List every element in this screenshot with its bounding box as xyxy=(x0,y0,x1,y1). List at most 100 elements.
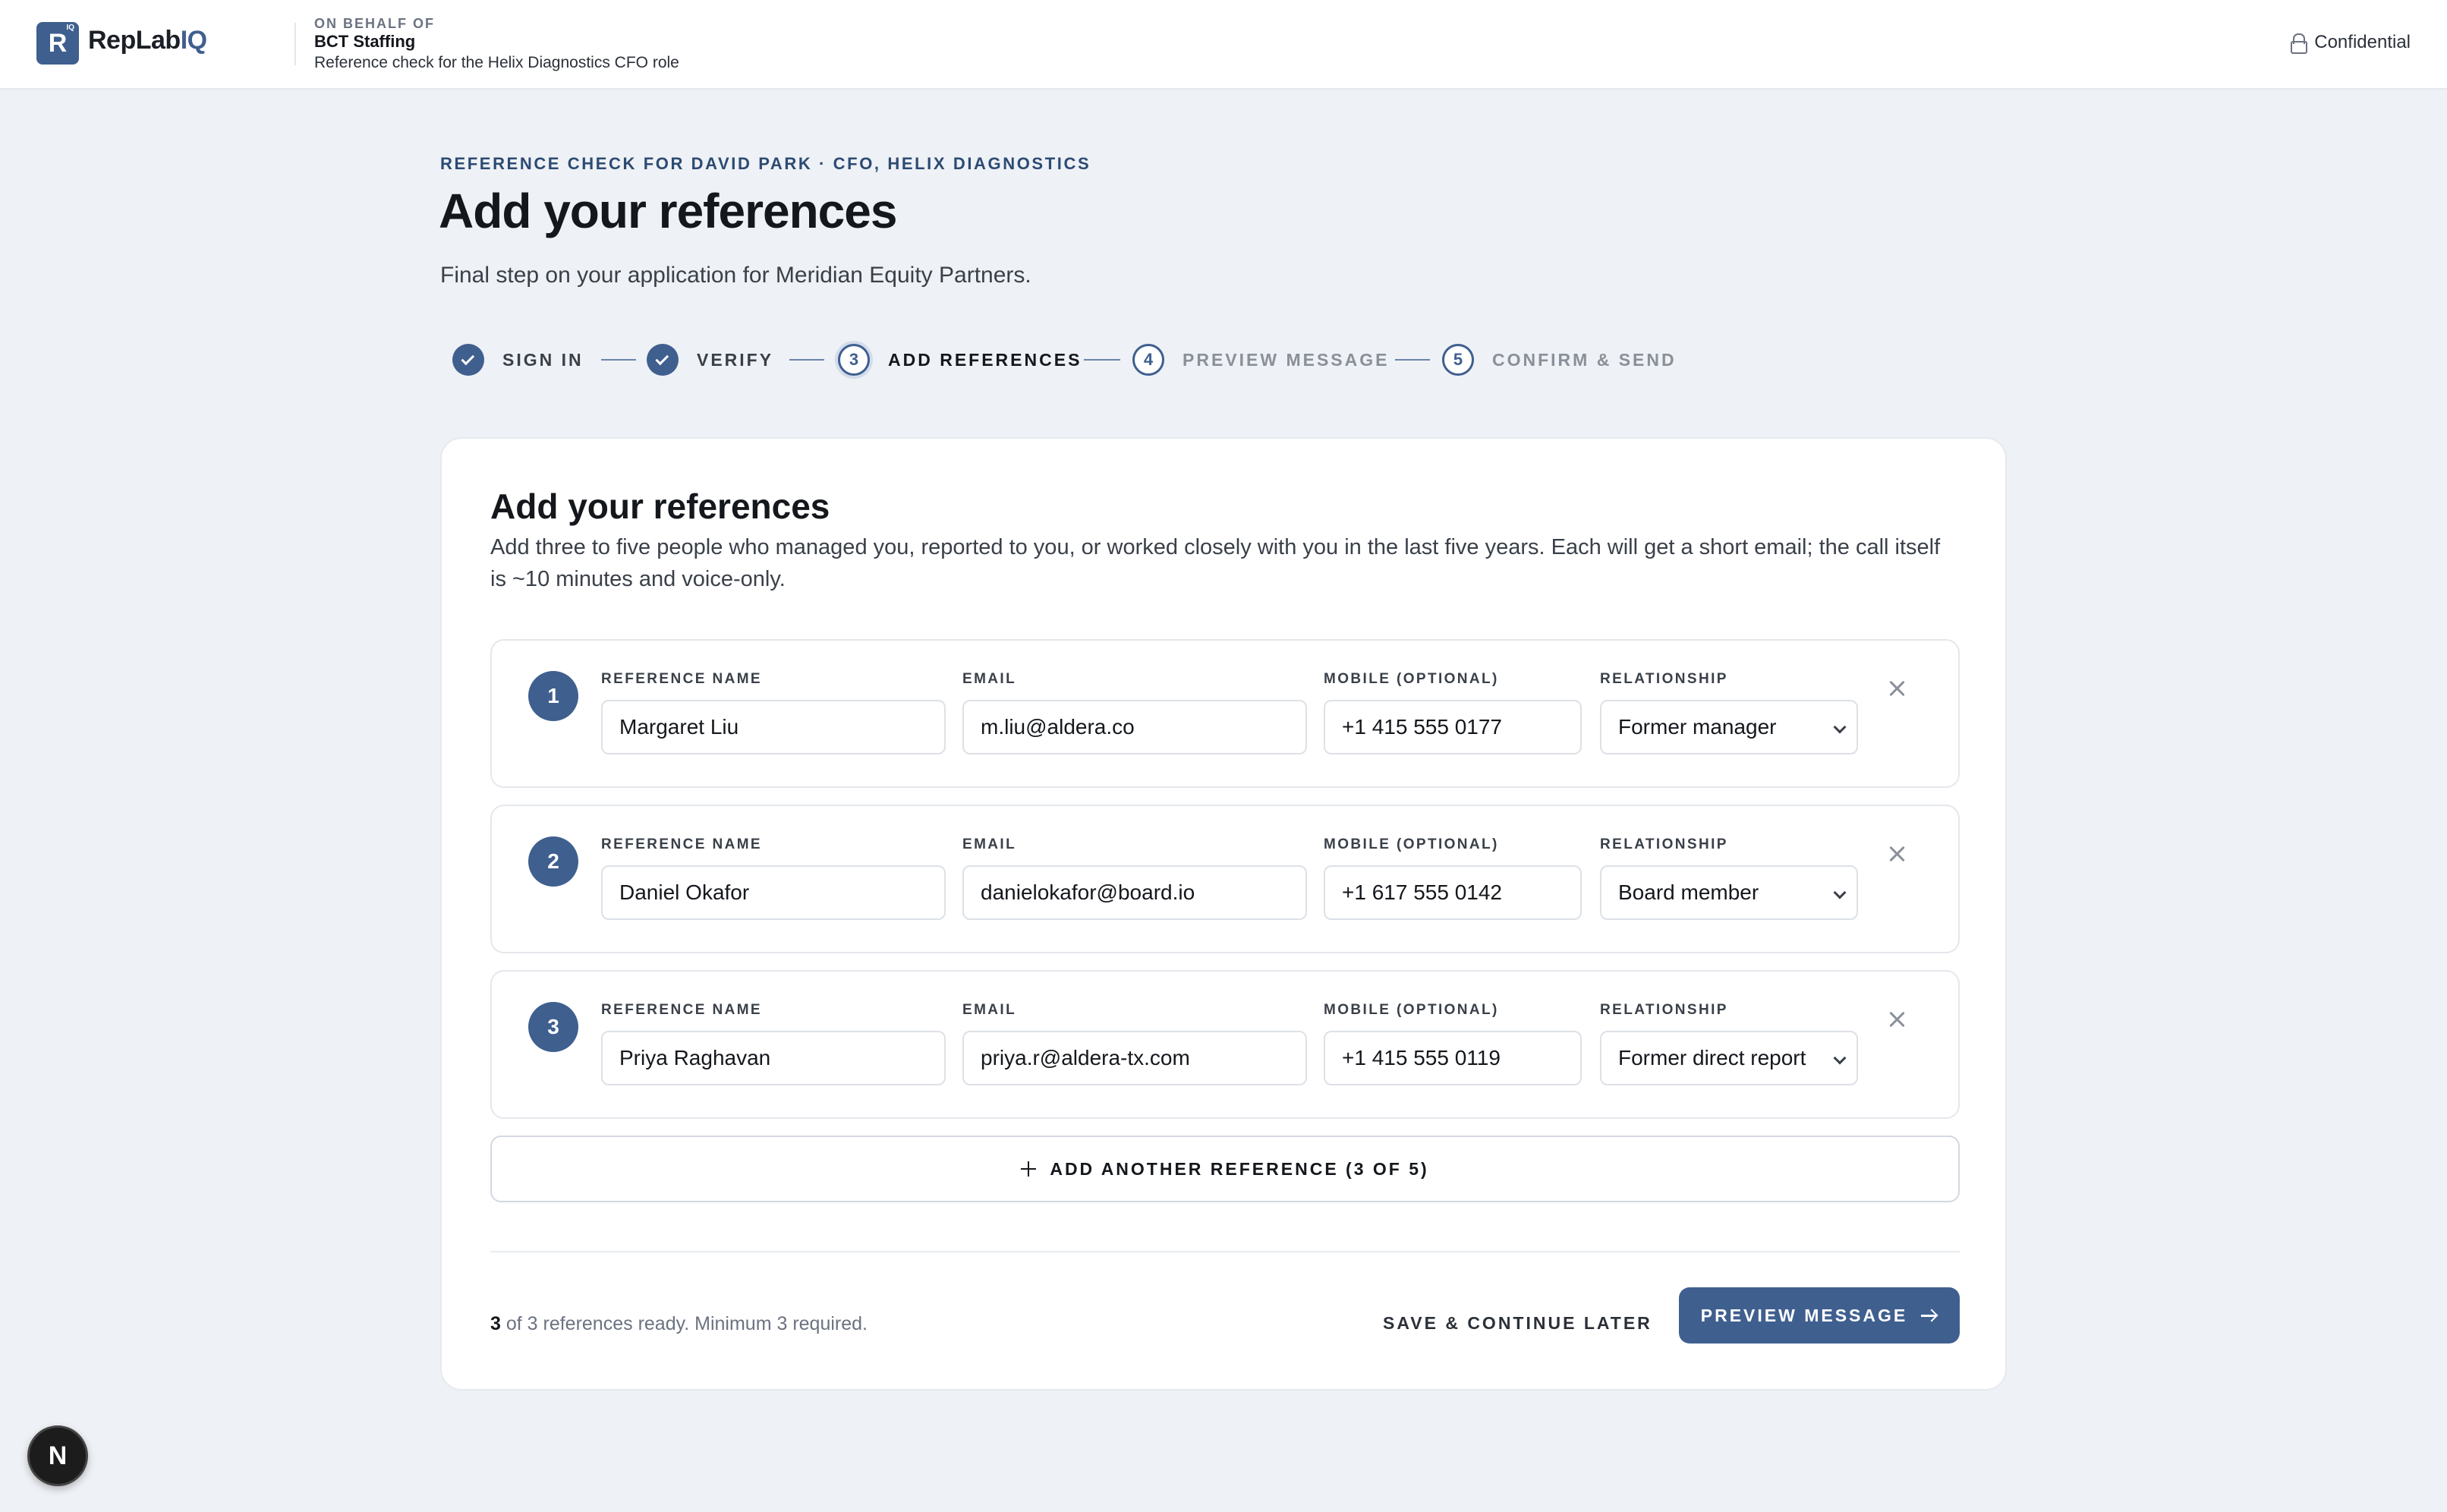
field-label: REFERENCE NAME xyxy=(601,671,763,687)
ready-text: of 3 references ready. Minimum 3 require… xyxy=(505,1313,868,1334)
field-label: MOBILE (OPTIONAL) xyxy=(1324,671,1499,687)
step-label: SIGN IN xyxy=(502,349,584,370)
step-connector xyxy=(1395,359,1430,361)
reference-email-field: EMAIL danielokafor@board.io xyxy=(962,836,1307,920)
reference-email-input[interactable]: priya.r@aldera-tx.com xyxy=(962,1031,1307,1085)
check-icon xyxy=(461,351,475,365)
top-header: R IQ RepLabIQ ON BEHALF OF BCT Staffing R… xyxy=(0,0,2447,90)
header-divider xyxy=(294,23,296,65)
reference-number: 2 xyxy=(528,836,578,887)
reference-number: 3 xyxy=(528,1002,578,1052)
field-label: EMAIL xyxy=(962,1002,1017,1018)
preview-button-label: PREVIEW MESSAGE xyxy=(1700,1305,1908,1325)
reference-row: 3 REFERENCE NAME Priya Raghavan EMAIL pr… xyxy=(490,970,1960,1119)
step-2-circle xyxy=(647,344,679,376)
relationship-value: Board member xyxy=(1618,880,1759,904)
behalf-label: ON BEHALF OF xyxy=(314,16,435,31)
reference-mobile-field: MOBILE (OPTIONAL) +1 415 555 0119 xyxy=(1324,1002,1582,1085)
field-label: EMAIL xyxy=(962,836,1017,852)
step-verify[interactable]: VERIFY xyxy=(647,343,773,376)
reference-email-input[interactable]: danielokafor@board.io xyxy=(962,865,1307,920)
reference-mobile-field: MOBILE (OPTIONAL) +1 617 555 0142 xyxy=(1324,836,1582,920)
step-add-references[interactable]: 3 ADD REFERENCES xyxy=(838,343,1082,376)
reference-email-field: EMAIL priya.r@aldera-tx.com xyxy=(962,1002,1307,1085)
preview-message-button[interactable]: PREVIEW MESSAGE xyxy=(1679,1287,1960,1343)
reference-mobile-input[interactable]: +1 415 555 0119 xyxy=(1324,1031,1582,1085)
add-reference-label: ADD ANOTHER REFERENCE (3 OF 5) xyxy=(1050,1158,1429,1179)
step-4-circle: 4 xyxy=(1132,344,1164,376)
reference-relationship-field: RELATIONSHIP Board member xyxy=(1600,836,1858,920)
field-label: RELATIONSHIP xyxy=(1600,1002,1728,1018)
reference-number: 1 xyxy=(528,671,578,721)
reference-relationship-field: RELATIONSHIP Former manager xyxy=(1600,671,1858,754)
step-3-circle: 3 xyxy=(838,344,870,376)
reference-mobile-input[interactable]: +1 415 555 0177 xyxy=(1324,700,1582,754)
reference-row: 1 REFERENCE NAME Margaret Liu EMAIL m.li… xyxy=(490,639,1960,788)
chevron-down-icon xyxy=(1833,886,1847,899)
card-description: Add three to five people who managed you… xyxy=(490,535,1941,591)
step-label: CONFIRM & SEND xyxy=(1492,349,1677,370)
page-title: Add your references xyxy=(439,184,897,238)
page-subtitle: Final step on your application for Merid… xyxy=(440,263,1031,288)
arrow-right-icon xyxy=(1921,1309,1938,1322)
logo-mark[interactable]: R IQ xyxy=(36,22,79,65)
reference-name-field: REFERENCE NAME Daniel Okafor xyxy=(601,836,946,920)
reference-email-field: EMAIL m.liu@aldera.co xyxy=(962,671,1307,754)
check-icon xyxy=(655,351,669,365)
step-label: VERIFY xyxy=(697,349,774,370)
relationship-value: Former direct report xyxy=(1618,1046,1806,1069)
relationship-select[interactable]: Board member xyxy=(1600,865,1858,920)
step-connector xyxy=(601,359,636,361)
lock-icon xyxy=(2290,33,2308,54)
step-label: PREVIEW MESSAGE xyxy=(1183,349,1390,370)
field-label: RELATIONSHIP xyxy=(1600,836,1728,852)
field-label: MOBILE (OPTIONAL) xyxy=(1324,836,1499,852)
reference-email-input[interactable]: m.liu@aldera.co xyxy=(962,700,1307,754)
page-eyebrow: REFERENCE CHECK FOR DAVID PARK · CFO, HE… xyxy=(440,154,1091,173)
remove-reference-button[interactable] xyxy=(1887,679,1907,698)
step-label: ADD REFERENCES xyxy=(888,349,1082,370)
relationship-select[interactable]: Former direct report xyxy=(1600,1031,1858,1085)
step-1-circle xyxy=(452,344,484,376)
chevron-down-icon xyxy=(1833,1051,1847,1065)
reference-mobile-field: MOBILE (OPTIONAL) +1 415 555 0177 xyxy=(1324,671,1582,754)
step-sign-in[interactable]: SIGN IN xyxy=(452,343,584,376)
reference-name-input[interactable]: Daniel Okafor xyxy=(601,865,946,920)
step-preview-message[interactable]: 4 PREVIEW MESSAGE xyxy=(1132,343,1389,376)
logo-text[interactable]: RepLabIQ xyxy=(88,26,207,55)
chevron-down-icon xyxy=(1833,720,1847,734)
step-connector xyxy=(1084,359,1120,361)
card-title: Add your references xyxy=(490,487,830,526)
field-label: RELATIONSHIP xyxy=(1600,671,1728,687)
references-status: 3 of 3 references ready. Minimum 3 requi… xyxy=(490,1313,868,1335)
reference-name-field: REFERENCE NAME Margaret Liu xyxy=(601,671,946,754)
step-5-circle: 5 xyxy=(1442,344,1474,376)
add-reference-button[interactable]: ADD ANOTHER REFERENCE (3 OF 5) xyxy=(490,1136,1960,1202)
reference-name-input[interactable]: Priya Raghavan xyxy=(601,1031,946,1085)
step-confirm-send[interactable]: 5 CONFIRM & SEND xyxy=(1442,343,1677,376)
dev-tools-badge[interactable]: N xyxy=(27,1425,88,1486)
references-card: Add your references Add three to five pe… xyxy=(440,437,2007,1391)
save-continue-later-button[interactable]: SAVE & CONTINUE LATER xyxy=(1383,1313,1652,1334)
confidential-indicator: Confidential xyxy=(2290,32,2411,54)
field-label: MOBILE (OPTIONAL) xyxy=(1324,1002,1499,1018)
reference-name-input[interactable]: Margaret Liu xyxy=(601,700,946,754)
field-label: REFERENCE NAME xyxy=(601,1002,763,1018)
behalf-description: Reference check for the Helix Diagnostic… xyxy=(314,54,679,71)
confidential-label: Confidential xyxy=(2314,32,2411,52)
relationship-select[interactable]: Former manager xyxy=(1600,700,1858,754)
reference-relationship-field: RELATIONSHIP Former direct report xyxy=(1600,1002,1858,1085)
behalf-company: BCT Staffing xyxy=(314,32,416,51)
field-label: REFERENCE NAME xyxy=(601,836,763,852)
reference-row: 2 REFERENCE NAME Daniel Okafor EMAIL dan… xyxy=(490,805,1960,953)
reference-mobile-input[interactable]: +1 617 555 0142 xyxy=(1324,865,1582,920)
remove-reference-button[interactable] xyxy=(1887,1010,1907,1029)
reference-name-field: REFERENCE NAME Priya Raghavan xyxy=(601,1002,946,1085)
field-label: EMAIL xyxy=(962,671,1017,687)
plus-icon xyxy=(1021,1161,1037,1177)
remove-reference-button[interactable] xyxy=(1887,844,1907,864)
ready-count: 3 xyxy=(490,1313,501,1334)
step-connector xyxy=(789,359,824,361)
card-divider xyxy=(490,1251,1960,1252)
relationship-value: Former manager xyxy=(1618,715,1777,739)
